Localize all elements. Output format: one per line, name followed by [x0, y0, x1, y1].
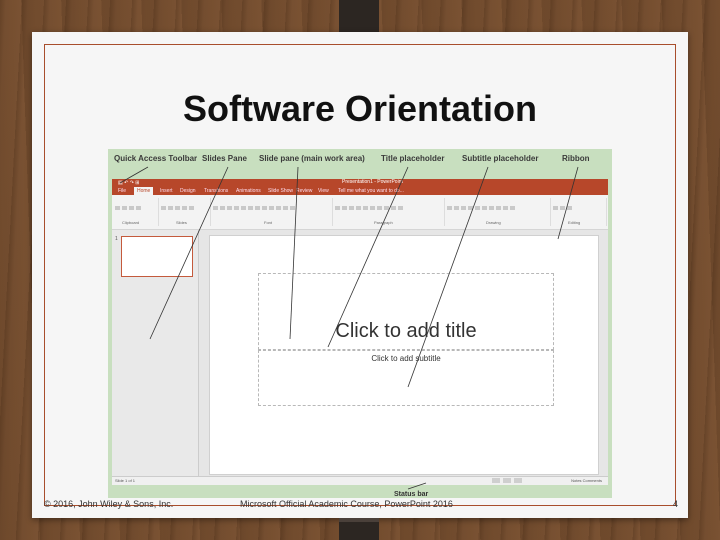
slide: Software Orientation Quick Access Toolba… — [32, 32, 688, 518]
ribbon-group-label: Slides — [176, 220, 187, 225]
status-notes-comments[interactable]: Notes Comments — [571, 478, 602, 483]
slide-number: 1 — [115, 236, 118, 242]
app-body: 1 Click to add title Click to add subtit… — [112, 230, 608, 477]
callout-slide-pane: Slide pane (main work area) — [259, 154, 365, 163]
ribbon-group-slides[interactable]: Slides — [160, 198, 211, 226]
ribbon-tabs: File Home Insert Design Transitions Anim… — [112, 187, 608, 195]
tab-insert[interactable]: Insert — [160, 188, 173, 194]
page-title: Software Orientation — [182, 88, 538, 129]
ribbon-group-label: Paragraph — [374, 220, 393, 225]
ribbon-group-label: Font — [264, 220, 273, 225]
callout-quick-access-toolbar: Quick Access Toolbar — [114, 154, 198, 163]
ribbon-group-label: Editing — [568, 220, 581, 225]
slides-pane[interactable]: 1 — [112, 230, 199, 477]
reading-view-button[interactable] — [514, 478, 522, 483]
annotated-screenshot: Quick Access Toolbar Slides Pane Slide p… — [108, 149, 612, 498]
callout-title-placeholder: Title placeholder — [381, 154, 445, 163]
tab-view[interactable]: View — [318, 188, 329, 194]
tab-design[interactable]: Design — [180, 188, 196, 194]
ribbon-group-label: Clipboard — [122, 220, 140, 225]
slide-thumbnail[interactable] — [121, 236, 193, 277]
callout-status-bar: Status bar — [394, 491, 429, 498]
app-titlebar: ▤ ↶ ↷ ⊞ Presentation1 - PowerPoint — [112, 179, 608, 187]
tab-review[interactable]: Review — [296, 188, 312, 194]
subtitle-placeholder[interactable]: Click to add subtitle — [258, 350, 554, 406]
normal-view-button[interactable] — [492, 478, 500, 483]
tab-home[interactable]: Home — [134, 187, 154, 195]
ribbon-group-font[interactable]: Font — [212, 198, 333, 226]
page-number: 4 — [672, 499, 678, 509]
callout-slides-pane: Slides Pane — [202, 154, 247, 163]
powerpoint-window: ▤ ↶ ↷ ⊞ Presentation1 - PowerPoint File … — [112, 179, 608, 485]
tab-transitions[interactable]: Transitions — [204, 188, 228, 194]
window-title: Presentation1 - PowerPoint — [342, 179, 403, 185]
ribbon-group-editing[interactable]: Editing — [552, 198, 607, 226]
title-placeholder[interactable]: Click to add title — [258, 273, 554, 350]
footer-copyright: © 2016, John Wiley & Sons, Inc. — [44, 499, 174, 509]
status-slide-count: Slide 1 of 1 — [115, 478, 136, 483]
callout-labels: Quick Access Toolbar Slides Pane Slide p… — [108, 149, 612, 170]
ribbon-group-drawing[interactable]: Drawing — [446, 198, 551, 226]
ribbon-group-paragraph[interactable]: Paragraph — [334, 198, 445, 226]
binder-strap-bottom — [339, 518, 379, 540]
ribbon-group-label: Drawing — [486, 220, 501, 225]
tell-me-box[interactable]: Tell me what you want to do... — [338, 188, 404, 194]
ribbon: Clipboard Slides Font Paragraph Drawing — [112, 195, 608, 230]
footer-course: Microsoft Official Academic Course, Powe… — [240, 499, 453, 509]
ribbon-group-clipboard[interactable]: Clipboard — [114, 198, 159, 226]
quick-access-toolbar[interactable]: ▤ ↶ ↷ ⊞ — [118, 180, 139, 186]
slide-canvas[interactable]: Click to add title Click to add subtitle — [209, 235, 599, 475]
tab-slide-show[interactable]: Slide Show — [268, 188, 293, 194]
callout-subtitle-placeholder: Subtitle placeholder — [462, 154, 539, 163]
callout-ribbon: Ribbon — [562, 154, 590, 163]
status-bar: Slide 1 of 1 Notes Comments — [112, 476, 608, 485]
tab-animations[interactable]: Animations — [236, 188, 261, 194]
tab-file[interactable]: File — [118, 188, 126, 194]
sorter-view-button[interactable] — [503, 478, 511, 483]
